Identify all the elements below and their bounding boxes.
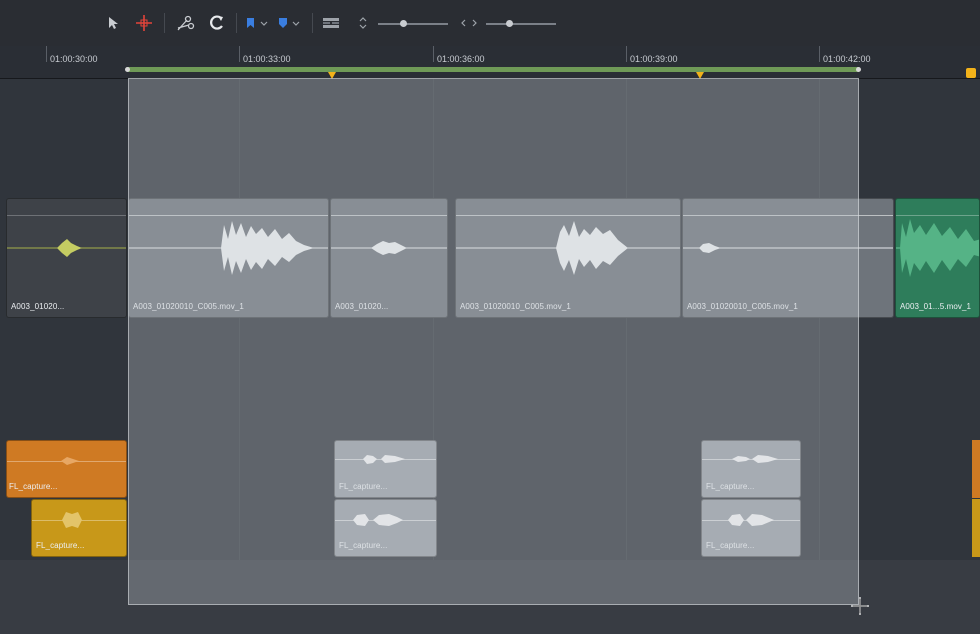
waveform xyxy=(62,512,82,528)
clip-label: FL_capture... xyxy=(36,541,85,550)
clip-label: FL_capture... xyxy=(9,482,58,491)
clip-label: A003_01020... xyxy=(11,302,65,311)
pointer-icon[interactable] xyxy=(104,12,122,34)
audio-clip[interactable]: FL_capture... xyxy=(31,499,127,557)
audio-clip[interactable]: A003_01020... xyxy=(6,198,127,318)
marker-icon[interactable] xyxy=(276,12,302,34)
timeline-marker[interactable] xyxy=(966,68,976,78)
in-out-range-bar[interactable] xyxy=(128,67,859,72)
waveform xyxy=(896,219,979,277)
audio-clip-edge[interactable] xyxy=(972,499,980,557)
zoom-slider-knob[interactable] xyxy=(506,20,513,27)
view-options-icon[interactable] xyxy=(320,12,342,34)
marquee-selection xyxy=(128,78,859,605)
zoom-slider[interactable] xyxy=(486,23,556,25)
flag-icon[interactable] xyxy=(244,12,270,34)
in-point-handle[interactable] xyxy=(125,67,130,72)
zoom-arrows-icon[interactable] xyxy=(458,12,480,34)
crosshair-cursor-icon xyxy=(850,596,870,621)
audio-clip[interactable]: A003_01...5.mov_1 xyxy=(895,198,980,318)
track-height-slider[interactable] xyxy=(378,23,448,25)
timecode-label: 01:00:33:00 xyxy=(243,54,291,64)
timecode-ruler[interactable]: 01:00:30:00 01:00:33:00 01:00:36:00 01:0… xyxy=(0,46,980,79)
out-point-handle[interactable] xyxy=(856,67,861,72)
timeline-toolbar xyxy=(0,0,980,47)
waveform xyxy=(61,457,79,465)
timecode-label: 01:00:39:00 xyxy=(630,54,678,64)
height-toggle-icon[interactable] xyxy=(356,12,370,34)
timecode-label: 01:00:42:00 xyxy=(823,54,871,64)
timecode-label: 01:00:36:00 xyxy=(437,54,485,64)
track-height-slider-knob[interactable] xyxy=(400,20,407,27)
clip-label: A003_01...5.mov_1 xyxy=(900,302,972,311)
snap-icon[interactable] xyxy=(206,12,228,34)
audio-clip-edge[interactable] xyxy=(972,440,980,498)
razor-icon[interactable] xyxy=(174,12,196,34)
edit-timeline-window: 01:00:30:00 01:00:33:00 01:00:36:00 01:0… xyxy=(0,0,980,634)
timecode-label: 01:00:30:00 xyxy=(50,54,98,64)
blade-cursor-icon[interactable] xyxy=(134,12,154,34)
audio-clip[interactable]: FL_capture... xyxy=(6,440,127,498)
waveform xyxy=(7,239,126,257)
